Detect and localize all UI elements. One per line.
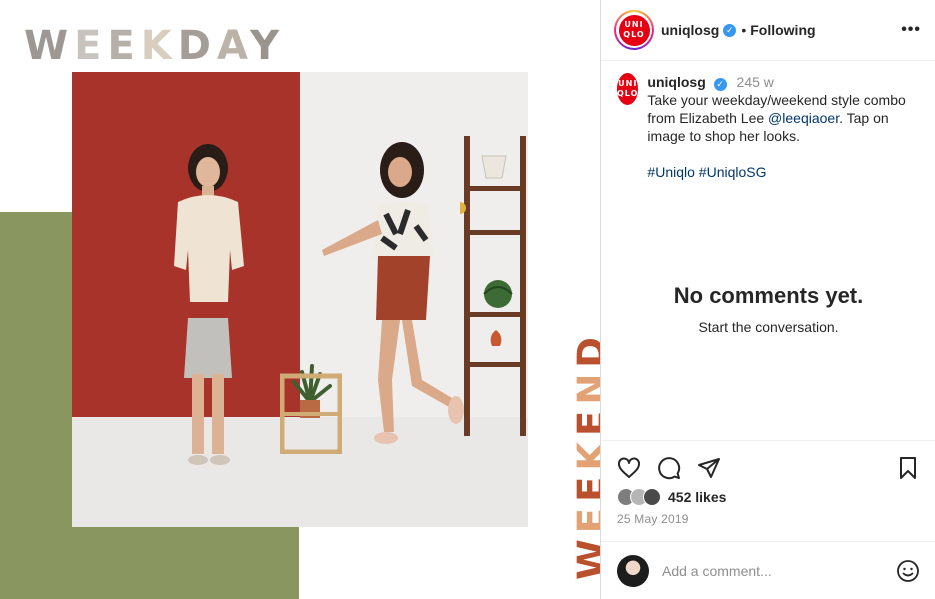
hashtag-list: #Uniqlo #UniqloSG: [647, 163, 921, 181]
weekday-letter: E: [107, 23, 141, 69]
add-comment-bar: [601, 541, 935, 599]
post-date[interactable]: 25 May 2019: [601, 506, 935, 526]
following-button[interactable]: Following: [750, 22, 815, 38]
hashtag-link[interactable]: #Uniqlo: [647, 164, 694, 180]
weekday-letter: D: [177, 23, 217, 69]
weekend-letter: E: [570, 405, 600, 436]
separator-dot: •: [741, 22, 747, 38]
header-username-link[interactable]: uniqlosg: [661, 22, 719, 38]
liker-avatars[interactable]: [617, 488, 661, 506]
logo-top-text: UNI: [618, 79, 638, 88]
weekend-letter: K: [570, 436, 600, 471]
weekend-letter: E: [570, 502, 600, 533]
action-icon-row: [601, 441, 935, 481]
heart-icon[interactable]: [617, 456, 641, 480]
model-weekend: [322, 142, 464, 444]
logo-bottom-text: QLO: [623, 30, 645, 39]
logo-bottom-text: QLO: [617, 89, 639, 98]
weekend-vertical-headline: WEEKEND: [536, 331, 600, 580]
mention-link[interactable]: @leeqiaoer: [768, 110, 839, 126]
post-side-panel: UNI QLO uniqlosg ✓ • Following ••• UNI Q…: [600, 0, 935, 599]
likes-row: 452 likes: [601, 481, 935, 506]
post-header: UNI QLO uniqlosg ✓ • Following •••: [601, 0, 935, 61]
caption-avatar[interactable]: UNI QLO: [617, 73, 639, 105]
uniqlo-logo: UNI QLO: [618, 14, 650, 46]
post-photo[interactable]: [72, 72, 528, 527]
liker-avatar: [643, 488, 661, 506]
empty-comments-title: No comments yet.: [673, 283, 864, 308]
current-user-avatar[interactable]: [617, 554, 649, 587]
verified-badge-icon: ✓: [713, 78, 727, 91]
weekday-letter: E: [74, 23, 108, 69]
weekend-letter: D: [570, 331, 600, 368]
weekend-letter: W: [570, 533, 600, 580]
caption-timestamp[interactable]: 245 w: [737, 74, 774, 90]
comment-input[interactable]: [662, 562, 882, 579]
post-media[interactable]: WEEKDAY WEEKEND: [0, 0, 600, 599]
bookmark-icon[interactable]: [896, 456, 920, 480]
hashtag-link[interactable]: #UniqloSG: [699, 164, 767, 180]
post-actions: 452 likes 25 May 2019: [601, 440, 935, 526]
share-icon[interactable]: [697, 456, 721, 480]
profile-avatar-story-ring[interactable]: UNI QLO: [614, 10, 654, 50]
comment-icon[interactable]: [657, 456, 681, 480]
weekday-letter: A: [216, 23, 251, 69]
weekend-letter: E: [570, 471, 600, 502]
emoji-icon[interactable]: [896, 559, 920, 583]
weekday-headline: WEEKDAY: [24, 24, 285, 68]
weekend-letter: N: [570, 368, 600, 405]
empty-comments-state: No comments yet. Start the conversation.: [601, 283, 935, 335]
caption-username-link[interactable]: uniqlosg: [647, 74, 705, 90]
weekday-letter: W: [24, 23, 75, 69]
wooden-shelf: [460, 136, 526, 436]
logo-top-text: UNI: [624, 20, 644, 29]
weekday-letter: Y: [250, 23, 286, 69]
empty-comments-subtitle: Start the conversation.: [698, 319, 839, 335]
model-weekday: [174, 144, 244, 465]
likes-count[interactable]: 452 likes: [668, 489, 726, 505]
more-options-icon[interactable]: •••: [901, 21, 921, 39]
verified-badge-icon: ✓: [723, 23, 737, 37]
post-caption: UNI QLO uniqlosg ✓ 245 w Take your weekd…: [601, 61, 935, 181]
caption-text: uniqlosg ✓ 245 w Take your weekday/weeke…: [647, 73, 921, 181]
weekday-letter: K: [140, 23, 178, 69]
